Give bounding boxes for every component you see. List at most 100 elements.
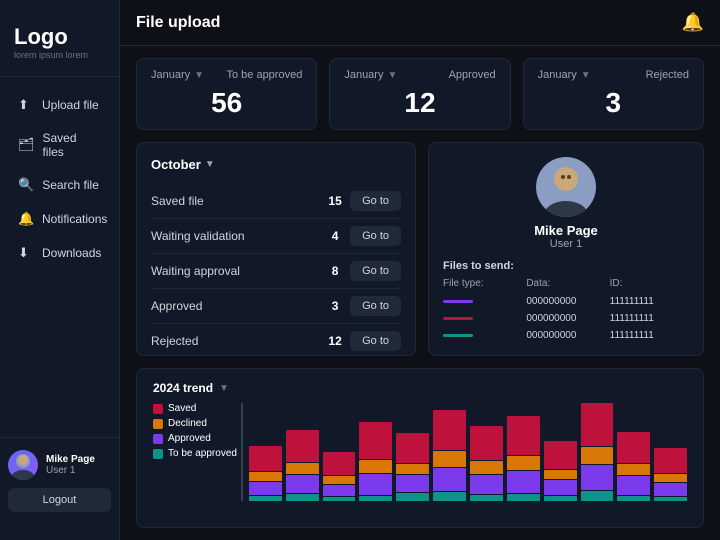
legend-item-approved: Approved bbox=[153, 433, 237, 444]
month-selector[interactable]: October ▼ bbox=[151, 157, 401, 172]
sidebar-user-info: Mike Page User 1 bbox=[46, 454, 95, 476]
bar-group-5 bbox=[433, 410, 466, 501]
sidebar-item-label: Notifications bbox=[42, 212, 107, 226]
stat-card-approved: January ▼ Approved 12 bbox=[329, 58, 510, 130]
upload-icon: ⬆ bbox=[18, 97, 34, 113]
bar-segment bbox=[433, 451, 466, 467]
bar-segment bbox=[617, 464, 650, 475]
sidebar-item-saved-files[interactable]: 🗂 Saved files bbox=[8, 123, 111, 167]
goto-button-waiting-validation[interactable]: Go to bbox=[350, 226, 401, 246]
stat-card-rejected: January ▼ Rejected 3 bbox=[523, 58, 704, 130]
status-count-saved: 15 bbox=[320, 194, 350, 208]
legend-dot-approved bbox=[153, 434, 163, 444]
file-id-0: 111111111 bbox=[610, 296, 689, 307]
bar-group-2 bbox=[323, 452, 356, 501]
legend-dot-pending bbox=[153, 449, 163, 459]
bar-segment bbox=[581, 491, 614, 501]
middle-section: October ▼ Saved file 15 Go to Waiting va… bbox=[120, 130, 720, 356]
bar-segment bbox=[359, 474, 392, 494]
file-row-0: 000000000 111111111 bbox=[443, 293, 689, 310]
sidebar-user: Mike Page User 1 bbox=[8, 450, 111, 480]
main-content: File upload 🔔 January ▼ To be approved 5… bbox=[120, 0, 720, 540]
status-row-approved: Approved 3 Go to bbox=[151, 289, 401, 324]
goto-button-waiting-approval[interactable]: Go to bbox=[350, 261, 401, 281]
stat-card-header: January ▼ To be approved bbox=[151, 69, 302, 81]
logout-button[interactable]: Logout bbox=[8, 488, 111, 512]
bar-group-7 bbox=[507, 416, 540, 501]
bar-segment bbox=[617, 432, 650, 464]
legend-item-to-be-approved: To be approved bbox=[153, 448, 237, 459]
file-id-2: 111111111 bbox=[610, 330, 689, 341]
bar-group-3 bbox=[359, 422, 392, 501]
stat-value-0: 56 bbox=[151, 87, 302, 119]
stat-label-1: Approved bbox=[449, 69, 496, 81]
sidebar-nav: ⬆ Upload file 🗂 Saved files 🔍 Search fil… bbox=[0, 89, 119, 437]
logo-text: Logo bbox=[14, 24, 105, 50]
sidebar-item-upload-file[interactable]: ⬆ Upload file bbox=[8, 89, 111, 121]
bar-segment bbox=[470, 495, 503, 501]
chart-dropdown-icon[interactable]: ▼ bbox=[219, 383, 229, 394]
bar-segment bbox=[249, 496, 282, 501]
file-type-cell-0 bbox=[443, 300, 522, 303]
sidebar-item-label: Saved files bbox=[42, 131, 101, 159]
status-label-rejected: Rejected bbox=[151, 334, 320, 348]
bar-group-0 bbox=[249, 446, 282, 501]
bar-segment bbox=[470, 475, 503, 494]
bar-segment bbox=[654, 497, 687, 501]
bar-segment bbox=[544, 470, 577, 479]
chart-body: Saved Declined Approved To be approved bbox=[153, 403, 687, 501]
month-dropdown-arrow-icon: ▼ bbox=[205, 159, 215, 170]
goto-button-saved[interactable]: Go to bbox=[350, 191, 401, 211]
status-label-approved: Approved bbox=[151, 299, 320, 313]
status-rows: Saved file 15 Go to Waiting validation 4… bbox=[151, 184, 401, 358]
sidebar-item-downloads[interactable]: ⬇ Downloads bbox=[8, 237, 111, 269]
legend-dot-declined bbox=[153, 419, 163, 429]
status-row-saved: Saved file 15 Go to bbox=[151, 184, 401, 219]
files-table: File type: Data: ID: 000000000 111111111… bbox=[443, 278, 689, 344]
stat-dropdown-2[interactable]: ▼ bbox=[581, 70, 591, 81]
stat-dropdown-1[interactable]: ▼ bbox=[387, 70, 397, 81]
folder-icon: 🗂 bbox=[18, 137, 34, 153]
legend-item-declined: Declined bbox=[153, 418, 237, 429]
file-data-0: 000000000 bbox=[526, 296, 605, 307]
file-type-cell-1 bbox=[443, 317, 522, 320]
bar-segment bbox=[323, 476, 356, 484]
search-icon: 🔍 bbox=[18, 177, 34, 193]
status-count-waiting-approval: 8 bbox=[320, 264, 350, 278]
month-label: October bbox=[151, 157, 201, 172]
sidebar-item-search-file[interactable]: 🔍 Search file bbox=[8, 169, 111, 201]
legend-dot-saved bbox=[153, 404, 163, 414]
bar-segment bbox=[470, 426, 503, 460]
files-table-header: File type: Data: ID: bbox=[443, 278, 689, 293]
header: File upload 🔔 bbox=[120, 0, 720, 46]
sidebar-item-notifications[interactable]: 🔔 Notifications bbox=[8, 203, 111, 235]
sidebar-item-label: Downloads bbox=[42, 246, 101, 260]
sidebar-user-name: Mike Page bbox=[46, 454, 95, 465]
col-file-type: File type: bbox=[443, 278, 522, 289]
bar-segment bbox=[286, 463, 319, 474]
bar-segment bbox=[249, 472, 282, 481]
logo-sub: lorem ipsum lorem bbox=[14, 50, 105, 60]
stat-label-2: Rejected bbox=[646, 69, 689, 81]
stats-row: January ▼ To be approved 56 January ▼ Ap… bbox=[120, 46, 720, 130]
bar-segment bbox=[581, 465, 614, 490]
bar-segment bbox=[654, 448, 687, 473]
notification-bell-icon[interactable]: 🔔 bbox=[682, 12, 704, 33]
stat-month-2: January bbox=[538, 69, 577, 81]
bar-segment bbox=[359, 422, 392, 458]
stat-dropdown-0[interactable]: ▼ bbox=[194, 70, 204, 81]
bar-segment bbox=[470, 461, 503, 474]
legend-label-declined: Declined bbox=[168, 418, 207, 429]
goto-button-approved[interactable]: Go to bbox=[350, 296, 401, 316]
col-id: ID: bbox=[610, 278, 689, 289]
bar-segment bbox=[544, 480, 577, 496]
bar-segment bbox=[507, 456, 540, 470]
bar-group-1 bbox=[286, 430, 319, 501]
bar-segment bbox=[433, 492, 466, 501]
bar-segment bbox=[433, 410, 466, 451]
bar-segment bbox=[396, 493, 429, 501]
file-status-card: October ▼ Saved file 15 Go to Waiting va… bbox=[136, 142, 416, 356]
user-card: Mike Page User 1 Files to send: File typ… bbox=[428, 142, 704, 356]
goto-button-rejected[interactable]: Go to bbox=[350, 331, 401, 351]
stat-value-2: 3 bbox=[538, 87, 689, 119]
